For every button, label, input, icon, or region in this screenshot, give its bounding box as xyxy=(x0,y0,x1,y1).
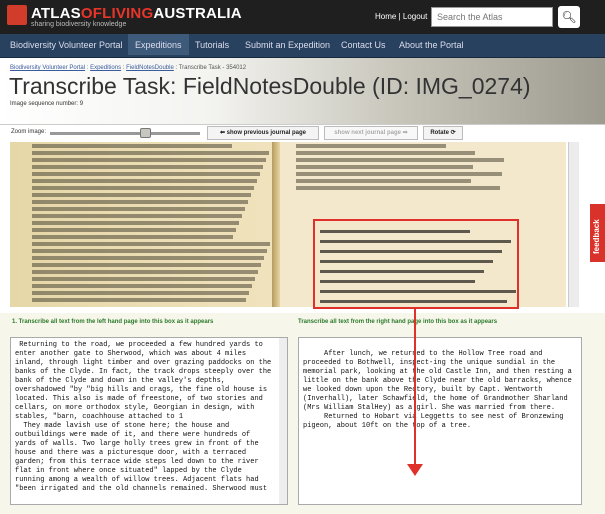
typed-text-line xyxy=(32,235,233,239)
right-transcription-textarea[interactable]: After lunch, we returned to the Hollow T… xyxy=(298,337,582,505)
prev-page-button[interactable]: ⬅ show previous journal page xyxy=(207,126,319,140)
nav-about[interactable]: About the Portal xyxy=(399,40,464,50)
logout-link[interactable]: Logout xyxy=(403,12,427,21)
typed-text-line xyxy=(32,228,236,232)
arrow-right-icon: ➡ xyxy=(400,130,408,136)
zoom-slider-track[interactable] xyxy=(50,132,200,135)
typed-text-line xyxy=(296,186,500,190)
typed-text-line xyxy=(32,298,246,302)
typed-text-line xyxy=(32,277,255,281)
nav-contact[interactable]: Contact Us xyxy=(341,40,386,50)
typed-text-line xyxy=(32,270,258,274)
zoom-label: Zoom image: xyxy=(11,129,47,135)
breadcrumb: Biodiversity Volunteer Portal : Expediti… xyxy=(10,65,247,71)
breadcrumb-current: Transcribe Task - 354012 xyxy=(178,65,247,71)
annotation-arrow-head-icon xyxy=(407,464,423,476)
site-tagline: sharing biodiversity knowledge xyxy=(31,21,127,28)
nav-expeditions[interactable]: Expeditions xyxy=(128,34,189,55)
typed-text-line xyxy=(32,291,249,295)
typed-text-line xyxy=(32,165,263,169)
left-transcription-textarea[interactable]: Returning to the road, we proceeded a fe… xyxy=(10,337,288,505)
page-fold xyxy=(272,142,280,307)
left-transcribe-label: 1. Transcribe all text from the left han… xyxy=(12,319,214,325)
typed-text-line xyxy=(296,151,475,155)
image-scrollbar[interactable] xyxy=(568,142,579,307)
left-textarea-scrollbar[interactable] xyxy=(279,338,287,504)
breadcrumb-portal[interactable]: Biodiversity Volunteer Portal xyxy=(10,65,85,71)
typed-text-line xyxy=(296,144,446,148)
typed-text-line xyxy=(32,193,251,197)
typed-text-line xyxy=(32,221,239,225)
top-links: Home | Logout xyxy=(375,12,428,21)
typed-text-line xyxy=(32,151,269,155)
arrow-left-icon: ⬅ xyxy=(219,130,227,136)
page-title: Transcribe Task: FieldNotesDouble (ID: I… xyxy=(9,73,531,99)
typed-text-line xyxy=(32,242,270,246)
typed-text-line xyxy=(32,284,252,288)
typed-text-line xyxy=(32,207,245,211)
typed-text-line xyxy=(296,165,473,169)
ala-logo-icon[interactable] xyxy=(7,5,27,25)
left-page-image xyxy=(10,142,276,307)
search-input[interactable] xyxy=(431,7,553,27)
typed-text-line xyxy=(296,172,502,176)
typed-text-line xyxy=(296,179,471,183)
nav-submit-expedition[interactable]: Submit an Expedition xyxy=(245,40,330,50)
typed-text-line xyxy=(32,144,232,148)
site-logo-text[interactable]: ATLASOFLIVINGAUSTRALIA xyxy=(31,5,242,22)
annotation-arrow-shaft xyxy=(414,307,416,473)
typed-text-line xyxy=(32,249,267,253)
typed-text-line xyxy=(32,158,266,162)
typed-text-line xyxy=(32,186,254,190)
typed-text-line xyxy=(32,263,261,267)
home-link[interactable]: Home xyxy=(375,12,396,21)
feedback-tab[interactable]: feedback xyxy=(590,204,605,262)
right-transcribe-label: Transcribe all text from the right hand … xyxy=(298,319,498,325)
top-header-bar: ATLASOFLIVINGAUSTRALIA sharing biodivers… xyxy=(0,0,605,34)
typed-text-line xyxy=(32,179,257,183)
zoom-slider-handle[interactable] xyxy=(140,128,151,138)
image-sequence-number: Image sequence number: 9 xyxy=(10,101,84,107)
typed-text-line xyxy=(32,172,260,176)
breadcrumb-fieldnotes[interactable]: FieldNotesDouble xyxy=(126,65,174,71)
rotate-icon: ⟳ xyxy=(448,130,456,136)
rotate-button[interactable]: Rotate ⟳ xyxy=(423,126,463,140)
main-nav: Biodiversity Volunteer Portal Expedition… xyxy=(0,34,605,58)
nav-portal[interactable]: Biodiversity Volunteer Portal xyxy=(10,40,123,50)
search-button[interactable]: 🔍︎ xyxy=(558,6,580,28)
typed-text-line xyxy=(32,214,242,218)
typed-text-line xyxy=(32,200,248,204)
typed-text-line xyxy=(32,256,264,260)
breadcrumb-expeditions[interactable]: Expeditions xyxy=(90,65,121,71)
nav-tutorials[interactable]: Tutorials xyxy=(195,40,229,50)
next-page-button[interactable]: show next journal page ➡ xyxy=(324,126,418,140)
search-icon: 🔍︎ xyxy=(561,10,577,24)
typed-text-line xyxy=(296,158,504,162)
highlight-box xyxy=(313,219,519,309)
